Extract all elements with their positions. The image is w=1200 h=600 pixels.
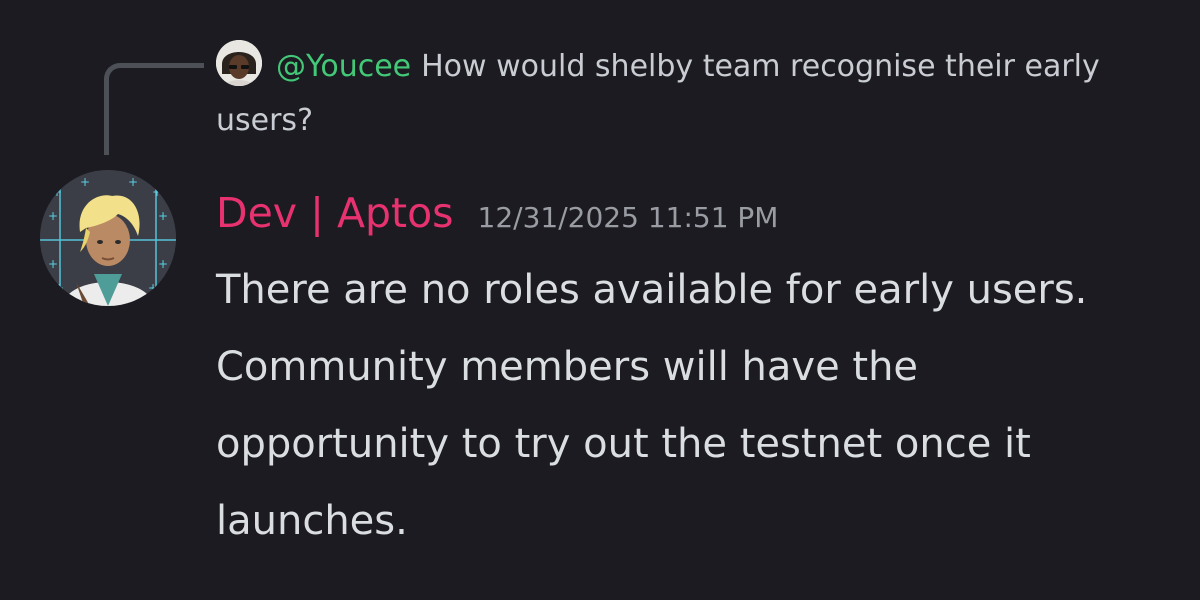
reply-connector-line	[104, 63, 204, 155]
reply-reference[interactable]: @Youcee How would shelby team recognise t…	[216, 40, 1176, 148]
svg-text:+: +	[52, 185, 62, 199]
message-content: There are no roles available for early u…	[216, 267, 1088, 544]
author-name[interactable]: Dev | Aptos	[216, 189, 454, 237]
reply-author-avatar[interactable]	[216, 40, 262, 86]
message-timestamp[interactable]: 12/31/2025 11:51 PM	[478, 201, 779, 234]
svg-text:+: +	[152, 185, 162, 199]
svg-text:+: +	[80, 175, 90, 189]
svg-text:+: +	[54, 281, 64, 295]
message-header: Dev | Aptos 12/31/2025 11:51 PM	[216, 186, 778, 245]
reply-author-name[interactable]: @Youcee	[276, 49, 411, 84]
svg-text:+: +	[128, 175, 138, 189]
svg-text:+: +	[48, 209, 58, 223]
svg-text:+: +	[48, 257, 58, 271]
svg-text:+: +	[158, 257, 168, 271]
svg-text:+: +	[148, 281, 158, 295]
author-avatar[interactable]: + + + + + + + + + +	[40, 170, 176, 306]
svg-text:+: +	[158, 209, 168, 223]
